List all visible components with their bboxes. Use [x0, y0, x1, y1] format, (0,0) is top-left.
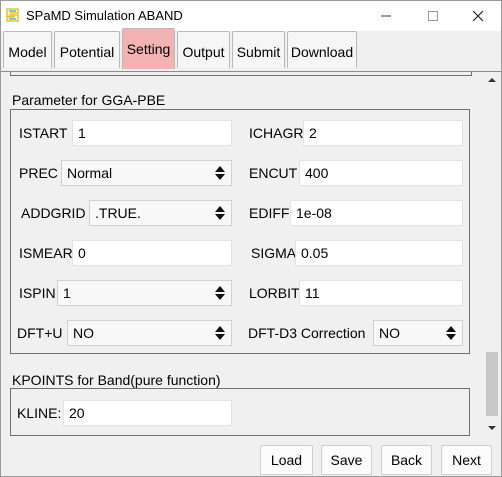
istart-label: ISTART [19, 125, 68, 141]
gga-group-title: Parameter for GGA-PBE [12, 92, 166, 108]
ismear-label: ISMEAR [19, 245, 73, 261]
prec-select[interactable]: Normal [61, 160, 232, 186]
title-bar: SPaMD Simulation ABAND [1, 1, 501, 31]
minimize-icon [381, 15, 391, 17]
prec-value: Normal [67, 165, 113, 181]
addgrid-select[interactable]: .TRUE. [89, 200, 232, 226]
dftu-label: DFT+U [17, 325, 63, 341]
ediff-input[interactable]: 1e-08 [290, 200, 463, 226]
maximize-icon [428, 11, 438, 21]
scroll-up-arrow-icon[interactable] [487, 75, 497, 85]
dftd3-select[interactable]: NO [373, 320, 463, 346]
tab-setting[interactable]: Setting [122, 28, 175, 69]
ichagr-label: ICHAGR [249, 125, 304, 141]
previous-group-box [10, 72, 472, 76]
kpoints-group-title: KPOINTS for Band(pure function) [12, 372, 221, 388]
kpoints-group-box: KLINE: 20 [10, 388, 470, 436]
window-title: SPaMD Simulation ABAND [26, 8, 183, 23]
kline-input[interactable]: 20 [63, 400, 232, 426]
prec-label: PREC [19, 165, 58, 181]
close-icon [472, 10, 484, 22]
kline-label: KLINE: [17, 405, 62, 421]
ismear-input[interactable]: 0 [72, 240, 232, 266]
tab-bar: Model Potential Setting Output Submit Do… [1, 28, 501, 72]
sigma-input[interactable]: 0.05 [295, 240, 463, 266]
back-button[interactable]: Back [381, 445, 432, 475]
updown-arrows-icon [446, 326, 456, 340]
ediff-label: EDIFF [249, 205, 290, 221]
addgrid-label: ADDGRID [21, 205, 86, 221]
load-button[interactable]: Load [260, 445, 313, 475]
tab-potential[interactable]: Potential [54, 31, 120, 68]
tab-output[interactable]: Output [177, 31, 230, 68]
tab-model[interactable]: Model [3, 31, 52, 68]
encut-input[interactable]: 400 [299, 160, 463, 186]
scroll-down-arrow-icon[interactable] [487, 423, 497, 433]
addgrid-value: .TRUE. [95, 205, 141, 221]
maximize-button[interactable] [410, 1, 456, 31]
vertical-scrollbar[interactable] [484, 72, 500, 437]
ichagr-input[interactable]: 2 [303, 120, 463, 146]
updown-arrows-icon [215, 206, 225, 220]
dftu-value: NO [73, 325, 94, 341]
app-logo-icon [6, 8, 19, 22]
lorbit-label: LORBIT [249, 285, 300, 301]
istart-input[interactable]: 1 [72, 120, 232, 146]
save-button[interactable]: Save [321, 445, 372, 475]
scrollbar-thumb[interactable] [486, 352, 498, 416]
dftd3-label: DFT-D3 Correction [248, 325, 366, 341]
close-button[interactable] [455, 1, 501, 31]
tab-download[interactable]: Download [287, 31, 357, 68]
dftd3-value: NO [379, 325, 400, 341]
sigma-label: SIGMA [251, 245, 297, 261]
minimize-button[interactable] [363, 1, 409, 31]
app-window: SPaMD Simulation ABAND Model Potential S… [0, 0, 502, 477]
lorbit-input[interactable]: 11 [299, 280, 463, 306]
next-button[interactable]: Next [441, 445, 492, 475]
tab-submit[interactable]: Submit [232, 31, 285, 68]
gga-group-box: ISTART 1 ICHAGR 2 PREC Normal ENCUT 400 … [10, 109, 470, 354]
updown-arrows-icon [215, 166, 225, 180]
updown-arrows-icon [215, 326, 225, 340]
settings-scroll-area[interactable]: Parameter for GGA-PBE ISTART 1 ICHAGR 2 … [2, 72, 484, 437]
ispin-select[interactable]: 1 [57, 280, 232, 306]
dftu-select[interactable]: NO [67, 320, 232, 346]
updown-arrows-icon [215, 286, 225, 300]
encut-label: ENCUT [249, 165, 298, 181]
ispin-label: ISPIN [19, 285, 56, 301]
ispin-value: 1 [63, 285, 71, 301]
